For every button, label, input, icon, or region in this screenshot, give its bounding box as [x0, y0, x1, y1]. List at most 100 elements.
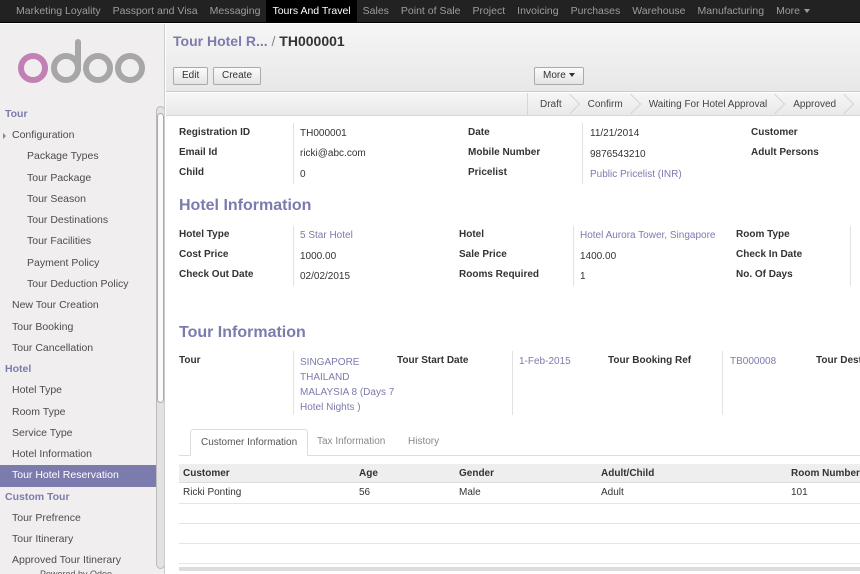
sidebar-item-tour-hotel-reservation[interactable]: Tour Hotel Reservation [0, 465, 156, 487]
sidebar-item-tour-itinerary[interactable]: Tour Itinerary [0, 529, 156, 550]
sidebar-item-tour-facilities[interactable]: Tour Facilities [0, 231, 156, 252]
notebook-tabs: Customer Information Tax Information His… [179, 429, 860, 456]
hotel-type-label: Hotel Type [179, 229, 230, 240]
nav-manufacturing[interactable]: Manufacturing [692, 0, 771, 23]
tab-history[interactable]: History [398, 429, 449, 456]
column-header-age[interactable]: Age [359, 464, 378, 483]
sidebar-item-tour-package[interactable]: Tour Package [0, 168, 156, 189]
nav-more[interactable]: More [770, 0, 816, 23]
sidebar-item-tour-season[interactable]: Tour Season [0, 189, 156, 210]
pricelist-link[interactable]: Public Pricelist (INR) [590, 169, 682, 180]
create-button[interactable]: Create [213, 67, 262, 85]
sidebar-section-hotel: Hotel [5, 363, 32, 376]
nav-messaging[interactable]: Messaging [204, 0, 267, 23]
rooms-required-value: 1 [580, 271, 586, 282]
email-value: ricki@abc.com [300, 148, 366, 159]
table-row-empty [179, 524, 860, 544]
divider [293, 226, 294, 286]
column-header-adult-child[interactable]: Adult/Child [601, 464, 654, 483]
hotel-information-title: Hotel Information [179, 197, 312, 214]
stage-confirm[interactable]: Confirm [574, 93, 635, 116]
sidebar-item-tour-cancellation[interactable]: Tour Cancellation [0, 338, 156, 359]
pricelist-label: Pricelist [468, 167, 507, 178]
tab-customer-information[interactable]: Customer Information [190, 429, 309, 456]
sidebar-item-tour-booking[interactable]: Tour Booking [0, 317, 156, 338]
sidebar-scrollbar[interactable] [156, 106, 164, 569]
hotel-type-link[interactable]: 5 Star Hotel [300, 230, 353, 241]
sidebar-item-package-types[interactable]: Package Types [0, 146, 156, 167]
column-header-customer[interactable]: Customer [183, 464, 230, 483]
table-row-empty [179, 544, 860, 564]
tour-booking-ref-link[interactable]: TB000008 [730, 356, 776, 367]
main-content: Tour Hotel R... / TH000001 Edit Create M… [166, 24, 860, 574]
tab-tax-information[interactable]: Tax Information [307, 429, 395, 456]
sidebar-item-label: Configuration [12, 129, 75, 141]
sidebar-item-hotel-type[interactable]: Hotel Type [0, 380, 156, 401]
rooms-required-label: Rooms Required [459, 269, 540, 280]
edit-button[interactable]: Edit [173, 67, 209, 85]
room-type-label: Room Type [736, 229, 790, 240]
more-button[interactable]: More [534, 67, 584, 85]
powered-by[interactable]: Powered by Odoo [40, 569, 112, 574]
sidebar-item-tour-deduction-policy[interactable]: Tour Deduction Policy [0, 274, 156, 295]
nav-warehouse[interactable]: Warehouse [626, 0, 691, 23]
sidebar-item-room-type[interactable]: Room Type [0, 402, 156, 423]
breadcrumb-parent[interactable]: Tour Hotel R... [173, 33, 268, 49]
sidebar-scrollbar-thumb[interactable] [157, 113, 164, 403]
nav-sales[interactable]: Sales [357, 0, 395, 23]
checkout-date-value: 02/02/2015 [300, 271, 351, 282]
form-sheet: Registration ID TH000001 Email Id ricki@… [166, 117, 860, 574]
cell-adult-child: Adult [601, 487, 624, 498]
nav-point-of-sale[interactable]: Point of Sale [395, 0, 467, 23]
caret-down-icon [804, 8, 811, 13]
sidebar-item-configuration[interactable]: Configuration [0, 125, 156, 146]
sidebar-menu: Tour Configuration Package Types Tour Pa… [0, 104, 156, 572]
cell-age: 56 [359, 487, 371, 498]
customer-table: Customer Age Gender Adult/Child Room Num… [179, 464, 860, 564]
caret-right-icon [3, 133, 6, 139]
more-button-label: More [543, 70, 566, 81]
tour-booking-ref-label: Tour Booking Ref [608, 355, 692, 366]
registration-id-label: Registration ID [179, 127, 251, 138]
hotel-link[interactable]: Hotel Aurora Tower, Singapore [580, 230, 715, 241]
sidebar-item-service-type[interactable]: Service Type [0, 423, 156, 444]
sidebar-item-new-tour-creation[interactable]: New Tour Creation [0, 295, 156, 316]
sidebar-section-custom-tour: Custom Tour [5, 490, 70, 503]
divider [722, 351, 723, 415]
tour-start-date-value[interactable]: 1-Feb-2015 [519, 356, 571, 367]
column-header-room-number[interactable]: Room Number [791, 464, 860, 483]
sidebar-item-payment-policy[interactable]: Payment Policy [0, 253, 156, 274]
sidebar-item-hotel-information[interactable]: Hotel Information [0, 444, 156, 465]
nav-invoicing[interactable]: Invoicing [511, 0, 564, 23]
divider [512, 351, 513, 415]
tour-link[interactable]: SINGAPORE THAILAND MALAYSIA 8 (Days 7 Ho… [300, 355, 400, 415]
stage-waiting-hotel-approval[interactable]: Waiting For Hotel Approval [635, 93, 780, 116]
tour-information-title: Tour Information [179, 324, 306, 341]
child-label: Child [179, 167, 204, 178]
stage-approved[interactable]: Approved [779, 93, 848, 116]
sidebar-item-tour-prefrence[interactable]: Tour Prefrence [0, 508, 156, 529]
stage-pipeline: Draft Confirm Waiting For Hotel Approval… [527, 93, 860, 116]
sale-price-value: 1400.00 [580, 251, 617, 262]
adult-persons-label: Adult Persons [751, 147, 819, 158]
date-label: Date [468, 127, 490, 138]
column-header-gender[interactable]: Gender [459, 464, 494, 483]
nav-purchases[interactable]: Purchases [565, 0, 627, 23]
nav-passport-visa[interactable]: Passport and Visa [107, 0, 204, 23]
breadcrumb-current: TH000001 [279, 33, 345, 49]
nav-tours-and-travel[interactable]: Tours And Travel [266, 0, 357, 23]
divider [293, 351, 294, 415]
table-footer [179, 567, 860, 571]
email-label: Email Id [179, 147, 218, 158]
table-row[interactable]: Ricki Ponting 56 Male Adult 101 [179, 483, 860, 504]
nav-marketing-loyality[interactable]: Marketing Loyality [10, 0, 107, 23]
tour-label: Tour [179, 355, 201, 366]
nav-more-label: More [776, 4, 801, 17]
checkout-date-label: Check Out Date [179, 269, 254, 280]
date-value: 11/21/2014 [590, 128, 640, 139]
sidebar-item-tour-destinations[interactable]: Tour Destinations [0, 210, 156, 231]
stage-draft[interactable]: Draft [528, 93, 574, 116]
breadcrumb: Tour Hotel R... / TH000001 [173, 33, 345, 49]
nav-project[interactable]: Project [466, 0, 511, 23]
divider [573, 226, 574, 286]
